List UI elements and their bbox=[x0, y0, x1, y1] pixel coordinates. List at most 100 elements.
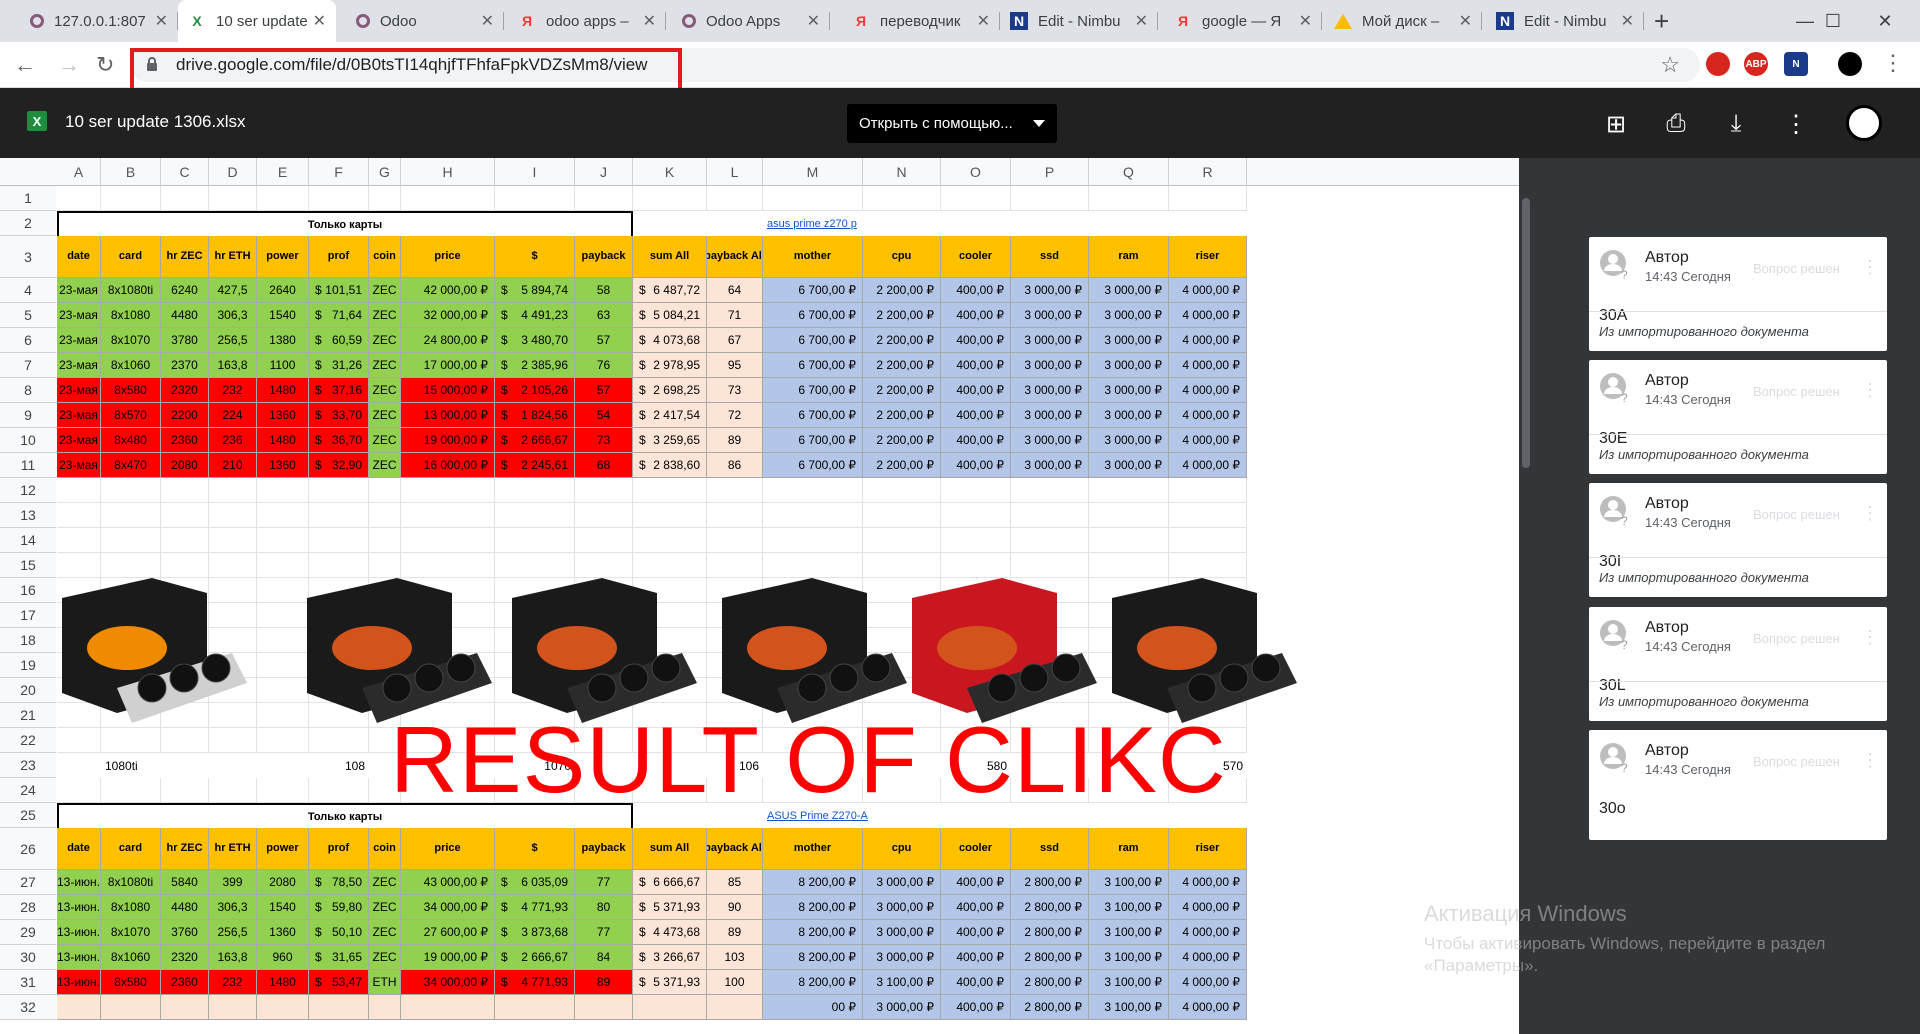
data-cell[interactable]: 8x1080ti bbox=[101, 278, 161, 303]
row-header[interactable]: 15 bbox=[0, 553, 56, 578]
data-cell[interactable]: 4 000,00 ₽ bbox=[1169, 453, 1247, 478]
row-header[interactable]: 22 bbox=[0, 728, 56, 753]
column-title-cell[interactable]: riser bbox=[1169, 828, 1247, 870]
row-header[interactable]: 1 bbox=[0, 186, 56, 211]
data-cell[interactable]: 8x570 bbox=[101, 403, 161, 428]
column-title-cell[interactable]: power bbox=[257, 236, 309, 278]
column-header[interactable]: B bbox=[101, 158, 161, 186]
column-header[interactable]: Q bbox=[1089, 158, 1169, 186]
empty-cell[interactable] bbox=[401, 186, 495, 211]
data-cell[interactable]: 3 000,00 ₽ bbox=[863, 945, 941, 970]
data-cell[interactable]: 2 800,00 ₽ bbox=[1011, 945, 1089, 970]
column-title-cell[interactable]: hr ETH bbox=[209, 236, 257, 278]
row-header[interactable]: 23 bbox=[0, 753, 56, 778]
browser-tab[interactable]: X 10 ser update ✕ bbox=[178, 0, 336, 42]
data-cell[interactable]: ZEC bbox=[369, 870, 401, 895]
empty-cell[interactable] bbox=[707, 186, 763, 211]
data-cell[interactable]: ZEC bbox=[369, 278, 401, 303]
nimbus-extension-icon[interactable]: N bbox=[1784, 52, 1808, 76]
data-cell[interactable]: 80 bbox=[575, 895, 633, 920]
data-cell[interactable]: 8x580 bbox=[101, 970, 161, 995]
column-title-cell[interactable]: cpu bbox=[863, 236, 941, 278]
currency-cell[interactable]: $3 266,67 bbox=[633, 945, 707, 970]
data-cell[interactable]: ZEC bbox=[369, 303, 401, 328]
data-cell[interactable]: 3 000,00 ₽ bbox=[1011, 453, 1089, 478]
data-cell[interactable]: 71 bbox=[707, 303, 763, 328]
data-cell[interactable]: 73 bbox=[575, 428, 633, 453]
data-cell[interactable]: ZEC bbox=[369, 428, 401, 453]
data-cell[interactable]: 4 000,00 ₽ bbox=[1169, 920, 1247, 945]
data-cell[interactable]: 3 100,00 ₽ bbox=[1089, 895, 1169, 920]
empty-cell[interactable] bbox=[495, 478, 575, 503]
spreadsheet-view[interactable]: ABCDEFGHIJKLMNOPQR 1 2 3 4 5 6 7 8 9 10 11 12 13 14 15… bbox=[0, 158, 1519, 1034]
data-cell[interactable]: 3 000,00 ₽ bbox=[863, 870, 941, 895]
empty-cell[interactable] bbox=[1089, 478, 1169, 503]
data-cell[interactable]: 90 bbox=[707, 895, 763, 920]
data-cell[interactable]: 4 000,00 ₽ bbox=[1169, 328, 1247, 353]
empty-cell[interactable] bbox=[369, 186, 401, 211]
data-cell[interactable]: 8x480 bbox=[101, 428, 161, 453]
empty-cell[interactable] bbox=[633, 186, 707, 211]
row-header[interactable]: 24 bbox=[0, 778, 56, 803]
currency-cell[interactable]: $50,10 bbox=[309, 920, 369, 945]
data-cell[interactable]: 400,00 ₽ bbox=[941, 303, 1011, 328]
column-header[interactable]: H bbox=[401, 158, 495, 186]
row-header[interactable]: 30 bbox=[0, 945, 56, 970]
data-cell[interactable]: 3 000,00 ₽ bbox=[1011, 328, 1089, 353]
column-title-cell[interactable]: hr ZEC bbox=[161, 236, 209, 278]
data-cell[interactable]: 42 000,00 ₽ bbox=[401, 278, 495, 303]
column-title-cell[interactable]: cpu bbox=[863, 828, 941, 870]
comment-more-icon[interactable]: ⋮ bbox=[1861, 380, 1879, 401]
empty-cell[interactable] bbox=[209, 186, 257, 211]
data-cell[interactable]: 86 bbox=[707, 453, 763, 478]
data-cell[interactable]: 8x1060 bbox=[101, 353, 161, 378]
data-cell[interactable]: 13-июн. bbox=[57, 945, 101, 970]
extension-icon[interactable] bbox=[1706, 52, 1730, 76]
data-cell[interactable]: 2 200,00 ₽ bbox=[863, 278, 941, 303]
data-cell[interactable]: 306,3 bbox=[209, 303, 257, 328]
data-cell[interactable]: 3 000,00 ₽ bbox=[1089, 353, 1169, 378]
data-cell[interactable]: 57 bbox=[575, 328, 633, 353]
data-cell[interactable]: 400,00 ₽ bbox=[941, 353, 1011, 378]
data-cell[interactable]: 400,00 ₽ bbox=[941, 995, 1011, 1020]
currency-cell[interactable]: $2 978,95 bbox=[633, 353, 707, 378]
currency-cell[interactable]: $32,90 bbox=[309, 453, 369, 478]
data-cell[interactable]: 73 bbox=[707, 378, 763, 403]
row-header[interactable]: 3 bbox=[0, 236, 56, 278]
data-cell[interactable]: 19 000,00 ₽ bbox=[401, 428, 495, 453]
column-header[interactable]: C bbox=[161, 158, 209, 186]
empty-cell[interactable] bbox=[763, 478, 863, 503]
close-tab-icon[interactable]: ✕ bbox=[807, 11, 820, 31]
column-header[interactable]: K bbox=[633, 158, 707, 186]
data-cell[interactable]: 89 bbox=[707, 920, 763, 945]
currency-cell[interactable]: $5 894,74 bbox=[495, 278, 575, 303]
column-header[interactable]: I bbox=[495, 158, 575, 186]
gpu-label[interactable]: 108 bbox=[309, 753, 369, 778]
currency-cell[interactable]: $36,70 bbox=[309, 428, 369, 453]
data-cell[interactable]: 400,00 ₽ bbox=[941, 378, 1011, 403]
data-cell[interactable] bbox=[257, 995, 309, 1020]
close-tab-icon[interactable]: ✕ bbox=[1621, 11, 1634, 31]
data-cell[interactable] bbox=[161, 995, 209, 1020]
empty-cell[interactable] bbox=[101, 186, 161, 211]
data-cell[interactable] bbox=[57, 995, 101, 1020]
data-cell[interactable]: 3 000,00 ₽ bbox=[1089, 403, 1169, 428]
comment-card[interactable]: ? Автор 14:43 Сегодня Вопрос решен ⋮ 30I Из им… bbox=[1589, 483, 1887, 597]
new-tab-button[interactable]: + bbox=[1654, 6, 1669, 37]
currency-cell[interactable]: $4 073,68 bbox=[633, 328, 707, 353]
data-cell[interactable]: 400,00 ₽ bbox=[941, 870, 1011, 895]
column-title-cell[interactable]: $ bbox=[495, 236, 575, 278]
data-cell[interactable]: 23-мая bbox=[57, 453, 101, 478]
column-title-cell[interactable]: hr ETH bbox=[209, 828, 257, 870]
data-cell[interactable]: 19 000,00 ₽ bbox=[401, 945, 495, 970]
data-cell[interactable]: 100 bbox=[707, 970, 763, 995]
data-cell[interactable]: 960 bbox=[257, 945, 309, 970]
data-cell[interactable]: 63 bbox=[575, 303, 633, 328]
data-cell[interactable]: 1360 bbox=[257, 920, 309, 945]
data-cell[interactable]: ZEC bbox=[369, 895, 401, 920]
data-cell[interactable]: 2 200,00 ₽ bbox=[863, 403, 941, 428]
data-cell[interactable]: 2360 bbox=[161, 428, 209, 453]
empty-cell[interactable] bbox=[401, 478, 495, 503]
gpu-label[interactable]: 1080ti bbox=[101, 753, 161, 778]
data-cell[interactable]: 17 000,00 ₽ bbox=[401, 353, 495, 378]
